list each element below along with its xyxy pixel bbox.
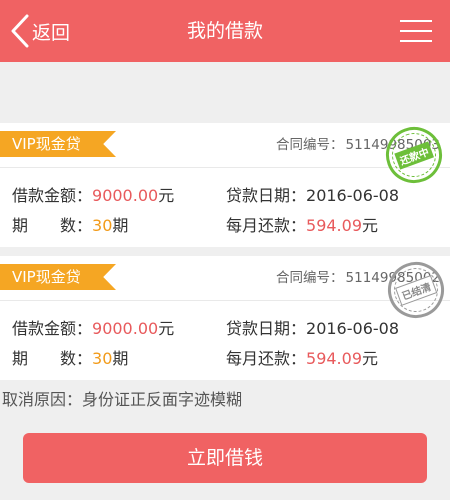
product-tag: VIP现金贷: [0, 131, 116, 157]
amount-value: 9000.00: [92, 319, 159, 338]
loan-card[interactable]: VIP现金贷 合同编号： 51149985002 借款金额：9000.00元 贷款…: [0, 254, 450, 380]
loan-periods: 期 数：30期: [12, 216, 129, 235]
status-stamp-text: 已结清: [394, 274, 438, 306]
status-stamp: 还款中: [378, 119, 450, 191]
chevron-left-icon: [10, 14, 30, 48]
loan-date: 贷款日期：2016-06-08: [226, 319, 399, 338]
top-navbar: 返回 我的借款: [0, 0, 450, 62]
monthly-value: 594.09: [306, 349, 362, 368]
periods-value: 30: [92, 349, 113, 368]
hamburger-menu-icon[interactable]: [400, 17, 432, 45]
date-value: 2016-06-08: [306, 186, 399, 205]
loan-amount: 借款金额：9000.00元: [12, 186, 175, 205]
loan-periods: 期 数：30期: [12, 349, 129, 368]
amount-value: 9000.00: [92, 186, 159, 205]
loan-date: 贷款日期：2016-06-08: [226, 186, 399, 205]
monthly-repayment: 每月还款：594.09元: [226, 349, 379, 368]
divider: [0, 167, 450, 168]
back-label: 返回: [32, 21, 71, 44]
loan-amount: 借款金额：9000.00元: [12, 319, 175, 338]
loan-card[interactable]: VIP现金贷 合同编号： 51149985003 借款金额：9000.00元 贷款…: [0, 119, 450, 247]
contract-label: 合同编号：: [276, 270, 344, 286]
borrow-now-button[interactable]: 立即借钱: [23, 433, 427, 483]
date-value: 2016-06-08: [306, 319, 399, 338]
periods-value: 30: [92, 216, 113, 235]
back-button[interactable]: 返回: [10, 14, 70, 48]
monthly-repayment: 每月还款：594.09元: [226, 216, 379, 235]
contract-label: 合同编号：: [276, 137, 344, 153]
monthly-value: 594.09: [306, 216, 362, 235]
status-stamp-text: 还款中: [394, 140, 434, 170]
divider: [0, 300, 450, 301]
cancel-reason: 取消原因：身份证正反面字迹模糊: [2, 390, 243, 409]
product-tag: VIP现金贷: [0, 264, 116, 290]
